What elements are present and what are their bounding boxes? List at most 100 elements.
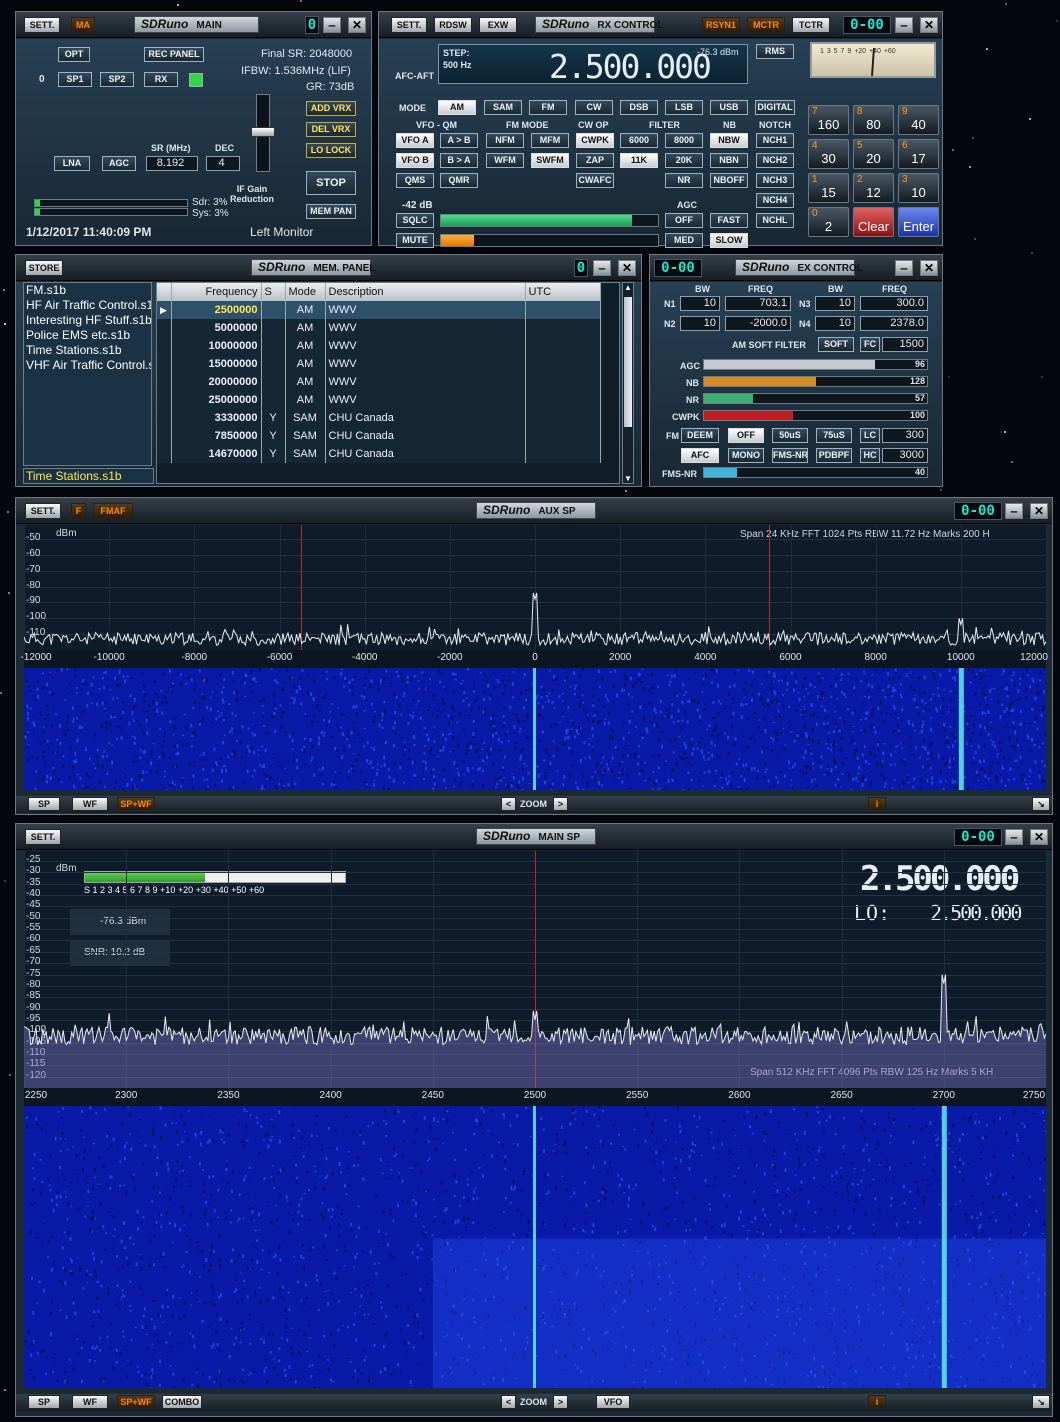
scrollbar-thumb[interactable] [624, 297, 632, 427]
sp-button[interactable]: SP [28, 797, 60, 811]
zap-button[interactable]: ZAP [576, 153, 614, 168]
qms-button[interactable]: QMS [396, 173, 434, 188]
f-button[interactable]: F [71, 503, 86, 519]
mode-button-4[interactable]: DSB [620, 100, 658, 115]
deem-75us-button[interactable]: 75uS [816, 428, 852, 443]
wf-button[interactable]: WF [72, 797, 108, 811]
resize-icon[interactable]: ↘ [1032, 797, 1050, 811]
nr-level-bar[interactable]: 57 [703, 393, 928, 404]
rx-titlebar[interactable]: SETT. RDSW EXW SDRuno RX CONTROL RSYN1 MC… [379, 12, 942, 38]
table-row[interactable]: ▶ 2500000 AM WWV [157, 301, 601, 319]
agc-slow-button[interactable]: SLOW [710, 233, 748, 248]
table-row[interactable]: 3330000 Y SAM CHU Canada [157, 409, 601, 427]
filter-6000-button[interactable]: 6000 [620, 133, 658, 148]
lna-button[interactable]: LNA [54, 156, 90, 171]
mainsp-settings-button[interactable]: SETT. [25, 829, 61, 845]
column-header[interactable]: Description [325, 283, 526, 301]
soft-button[interactable]: SOFT [818, 337, 854, 352]
tctr-button[interactable]: TCTR [792, 17, 830, 33]
band-key-4[interactable]: 5 20 [853, 139, 894, 169]
vfo-a-button[interactable]: VFO A [396, 133, 434, 148]
band-key-2[interactable]: 9 40 [898, 105, 939, 135]
scroll-down-icon[interactable]: ▼ [623, 474, 633, 483]
mfm-button[interactable]: MFM [531, 133, 569, 148]
table-row[interactable]: 7850000 Y SAM CHU Canada [157, 427, 601, 445]
wfm-button[interactable]: WFM [486, 153, 524, 168]
nchl-button[interactable]: NCHL [756, 213, 794, 228]
filter-20k-button[interactable]: 20K [665, 153, 703, 168]
main-titlebar[interactable]: SETT. MA SDRuno MAIN 0 ‒ ✕ [16, 12, 371, 38]
lc-value[interactable]: 300 [882, 428, 928, 443]
wf-button[interactable]: WF [72, 1395, 108, 1409]
minimize-icon[interactable]: ‒ [895, 260, 913, 276]
volume-bar[interactable] [440, 234, 659, 247]
rdsw-button[interactable]: RDSW [434, 17, 472, 33]
band-key-0[interactable]: 7 160 [808, 105, 849, 135]
scroll-up-icon[interactable]: ▲ [623, 283, 633, 292]
ma-button[interactable]: MA [71, 17, 95, 33]
mute-button[interactable]: MUTE [396, 233, 434, 248]
memory-scrollbar[interactable]: ▲ ▼ [622, 282, 634, 484]
settings-button[interactable]: SETT. [24, 17, 60, 33]
band-key-5[interactable]: 6 17 [898, 139, 939, 169]
sp-button[interactable]: SP [28, 1395, 60, 1409]
opt-button[interactable]: OPT [58, 47, 90, 62]
mono-button[interactable]: MONO [728, 448, 764, 463]
sample-rate-value[interactable]: 8.192 [146, 156, 198, 171]
close-icon[interactable]: ✕ [348, 17, 366, 33]
cwpk-level-bar[interactable]: 100 [703, 410, 928, 421]
fc-value[interactable]: 1500 [882, 337, 928, 352]
hc-button[interactable]: HC [860, 448, 880, 463]
mode-button-1[interactable]: SAM [484, 100, 522, 115]
mode-button-2[interactable]: FM [529, 100, 567, 115]
minimize-icon[interactable]: ‒ [1005, 829, 1023, 845]
memory-file-item[interactable]: Time Stations.s1b [24, 343, 151, 358]
afc-button[interactable]: AFC [681, 448, 719, 463]
column-header[interactable]: Frequency [171, 283, 262, 301]
sp2-button[interactable]: SP2 [100, 72, 134, 87]
close-icon[interactable]: ✕ [1030, 829, 1048, 845]
minimize-icon[interactable]: ‒ [1005, 503, 1023, 519]
mainsp-titlebar[interactable]: SETT. SDRuno MAIN SP 0-00 ‒ ✕ [16, 824, 1052, 850]
frequency-display[interactable]: STEP: 500 Hz 2.500.000 -76.3 dBm [438, 44, 748, 86]
rms-button[interactable]: RMS [756, 44, 794, 59]
agc-off-button[interactable]: OFF [665, 213, 703, 228]
rx-button[interactable]: RX [144, 72, 178, 87]
table-row[interactable]: 15000000 AM WWV [157, 355, 601, 373]
zoom-in-icon[interactable]: > [553, 797, 568, 811]
table-row[interactable]: 25000000 AM WWV [157, 391, 601, 409]
band-key-6[interactable]: 1 15 [808, 173, 849, 203]
main-waterfall[interactable] [24, 1106, 1046, 1388]
n2-freq-input[interactable]: -2000.0 [725, 316, 791, 331]
decimation-value[interactable]: 4 [206, 156, 240, 171]
deem-button[interactable]: DEEM [681, 428, 719, 443]
del-vrx-button[interactable]: DEL VRX [306, 122, 356, 137]
band-key-11[interactable]: Enter [898, 207, 939, 237]
n2-bw-input[interactable]: 10 [680, 316, 720, 331]
band-key-3[interactable]: 4 30 [808, 139, 849, 169]
nch3-button[interactable]: NCH3 [756, 173, 794, 188]
sqlc-button[interactable]: SQLC [396, 213, 434, 228]
minimize-icon[interactable]: ‒ [323, 17, 341, 33]
filter-8000-button[interactable]: 8000 [665, 133, 703, 148]
table-row[interactable]: 14670000 Y SAM CHU Canada [157, 445, 601, 463]
n3-bw-input[interactable]: 10 [815, 296, 855, 311]
if-gain-slider[interactable] [251, 94, 275, 172]
zoom-out-icon[interactable]: < [501, 1395, 516, 1409]
vfo-b-button[interactable]: VFO B [396, 153, 434, 168]
aux-waterfall[interactable] [24, 668, 1046, 790]
sp-wf-button[interactable]: SP+WF [117, 1395, 155, 1409]
lo-lock-button[interactable]: LO LOCK [306, 143, 356, 158]
column-header[interactable]: UTC [525, 283, 601, 301]
deem-50us-button[interactable]: 50uS [772, 428, 808, 443]
table-row[interactable]: 20000000 AM WWV [157, 373, 601, 391]
qmr-button[interactable]: QMR [440, 173, 478, 188]
n4-bw-input[interactable]: 10 [815, 316, 855, 331]
ex-titlebar[interactable]: 0-00 SDRuno EX CONTROL ‒ ✕ [650, 255, 942, 281]
memory-file-item[interactable]: Police EMS etc.s1b [24, 328, 151, 343]
store-button[interactable]: STORE [25, 260, 63, 276]
deem-off-button[interactable]: OFF [728, 428, 764, 443]
n1-freq-input[interactable]: 703.1 [725, 296, 791, 311]
nch4-button[interactable]: NCH4 [756, 193, 794, 208]
mctr-button[interactable]: MCTR [747, 17, 785, 33]
